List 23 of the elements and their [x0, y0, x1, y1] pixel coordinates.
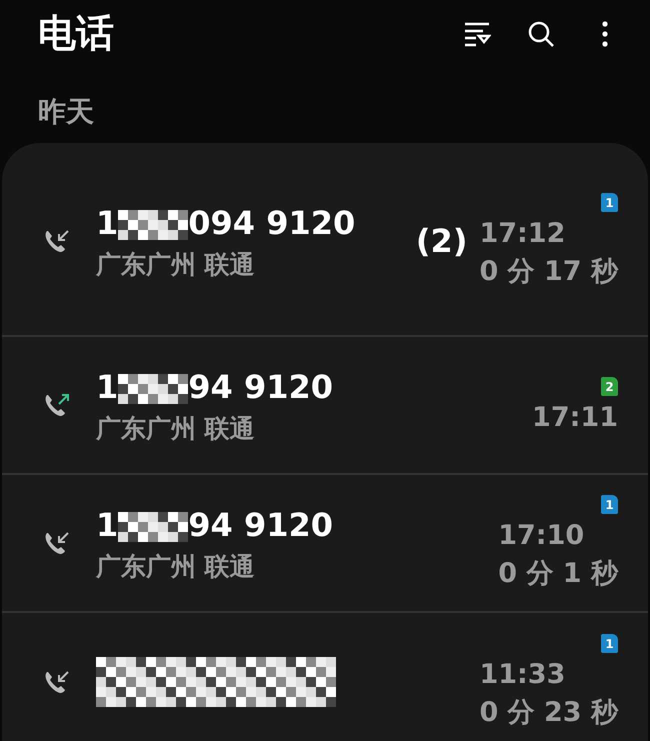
- call-duration: 0 分 17 秒: [479, 255, 618, 289]
- call-count: (2): [416, 222, 468, 260]
- sim-badge: 1: [601, 193, 618, 212]
- app-title: 电话: [38, 10, 115, 57]
- pixelated-redaction: [118, 210, 188, 240]
- section-heading: 昨天: [37, 94, 95, 130]
- sim-badge: 2: [601, 377, 618, 396]
- phone-number: 1 94 9120: [96, 505, 334, 546]
- caller-location: 广东广州 联通: [96, 550, 256, 583]
- call-duration: 0 分 23 秒: [479, 696, 618, 730]
- phone-number: 1 094 9120: [96, 203, 356, 244]
- caller-location: 广东广州 联通: [96, 248, 256, 281]
- call-time: 11:33: [479, 659, 566, 690]
- call-time: 17:11: [532, 402, 618, 433]
- sim-badge: 1: [601, 495, 618, 514]
- pixelated-redaction: [118, 512, 188, 542]
- sim-badge: 1: [601, 634, 618, 653]
- call-duration: 0 分 1 秒: [498, 557, 618, 591]
- caller-location: 广东广州 联通: [96, 412, 256, 445]
- call-time: 17:12: [479, 218, 566, 249]
- phone-number: 1 94 9120: [96, 367, 334, 408]
- call-time: 17:10: [498, 520, 584, 551]
- pixelated-redaction: [118, 374, 188, 404]
